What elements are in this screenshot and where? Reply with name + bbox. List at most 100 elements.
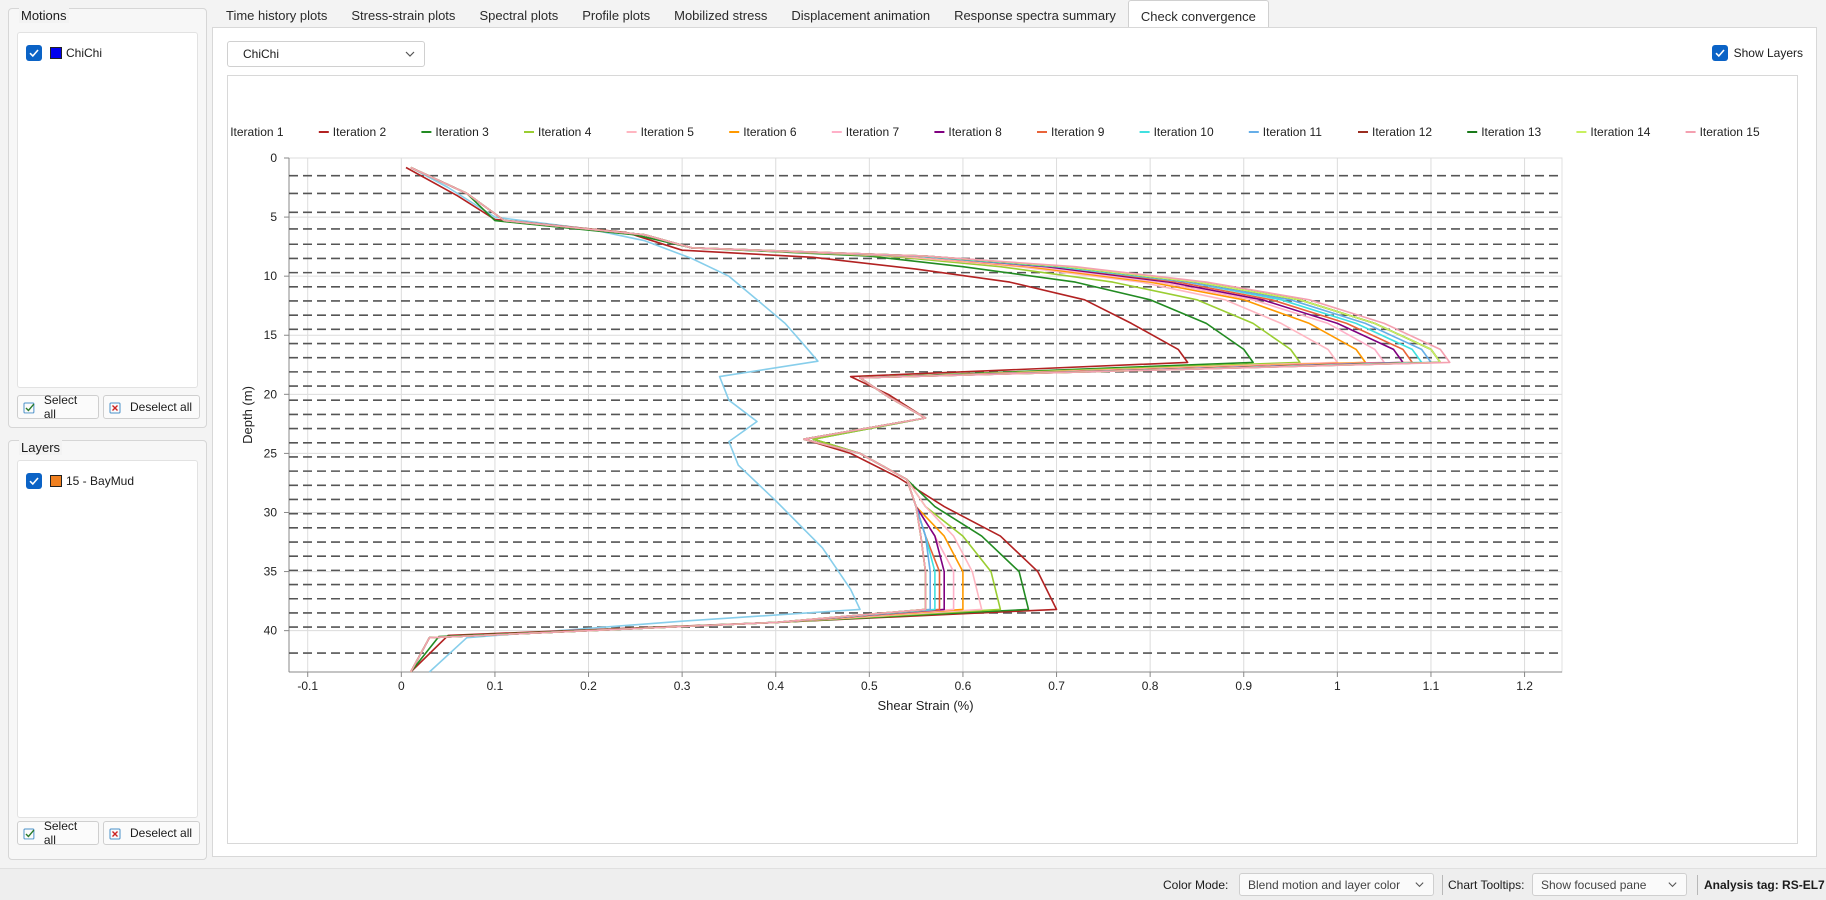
tab-response-spectra-summary[interactable]: Response spectra summary (942, 0, 1128, 27)
convergence-chart-frame: -0.1 0 0.1 0.2 0.3 0.4 0.5 0.6 0.7 0.8 0.9 1 1.1 1.2 0… (216, 75, 1798, 844)
select-all-label: Select all (43, 819, 78, 847)
analysis-tag: Analysis tag: RS-EL7 (1704, 878, 1825, 892)
show-layers-label: Show Layers (1733, 46, 1803, 60)
x-tick-label: 0.5 (861, 679, 878, 693)
y-tick-label: 5 (270, 210, 277, 224)
legend-entry-iteration-10[interactable]: Iteration 10 (1154, 125, 1214, 139)
legend-entry-iteration-4[interactable]: Iteration 4 (538, 125, 592, 139)
legend-entry-iteration-9[interactable]: Iteration 9 (1051, 125, 1105, 139)
x-tick-label: -0.1 (297, 679, 318, 693)
motion-select-value: ChiChi (243, 47, 280, 61)
y-tick-label: 25 (264, 446, 278, 460)
show-layers-checkbox[interactable] (1711, 45, 1728, 61)
y-tick-label: 10 (264, 269, 278, 283)
check-icon (29, 49, 39, 58)
layers-deselect-all-button[interactable]: Deselect all (103, 821, 200, 845)
deselect-all-icon (109, 828, 121, 839)
legend-entry-iteration-11[interactable]: Iteration 11 (1263, 125, 1322, 139)
x-tick-label: 0.4 (767, 679, 784, 693)
motions-panel: Motions ChiChi Select all Deselect all (8, 8, 207, 428)
color-mode-select[interactable]: Blend motion and layer color (1239, 873, 1434, 896)
color-mode-value: Blend motion and layer color (1248, 878, 1401, 892)
color-mode-label: Color Mode: (1163, 878, 1229, 892)
x-tick-label: 0.7 (1048, 679, 1065, 693)
series-line-iteration-3[interactable] (410, 166, 1254, 673)
legend-entry-iteration-1[interactable]: Iteration 1 (230, 125, 284, 139)
y-tick-label: 20 (264, 387, 278, 401)
chevron-down-icon (1415, 882, 1424, 888)
status-separator (1697, 875, 1698, 895)
series-line-iteration-11[interactable] (409, 166, 1432, 673)
series-line-iteration-1[interactable] (410, 166, 861, 673)
x-tick-label: 0.8 (1142, 679, 1159, 693)
select-all-icon (23, 828, 35, 839)
y-axis-label: Depth (m) (240, 386, 255, 444)
tab-spectral-plots[interactable]: Spectral plots (467, 0, 570, 27)
tab-time-history-plots[interactable]: Time history plots (214, 0, 339, 27)
show-layers-toggle[interactable]: Show Layers (1711, 45, 1803, 61)
motion-checkbox[interactable] (26, 45, 42, 61)
layer-checkbox[interactable] (26, 473, 42, 489)
motions-panel-title: Motions (19, 8, 69, 23)
x-axis-label: Shear Strain (%) (877, 698, 973, 713)
layers-select-all-button[interactable]: Select all (17, 819, 99, 847)
select-all-icon (23, 402, 35, 413)
legend-entry-iteration-6[interactable]: Iteration 6 (743, 125, 797, 139)
layer-color-swatch (50, 475, 62, 487)
chevron-down-icon (1668, 882, 1677, 888)
check-icon (29, 477, 39, 486)
motions-select-all-button[interactable]: Select all (17, 393, 99, 421)
motion-label: ChiChi (66, 46, 103, 60)
x-tick-label: 1.1 (1423, 679, 1440, 693)
legend-entry-iteration-8[interactable]: Iteration 8 (948, 125, 1002, 139)
chevron-down-icon (405, 51, 415, 57)
series-line-iteration-8[interactable] (409, 166, 1404, 673)
layer-label: 15 - BayMud (66, 474, 135, 488)
motions-list: ChiChi (17, 32, 198, 388)
motion-select[interactable]: ChiChi (227, 41, 425, 67)
tab-stress-strain-plots[interactable]: Stress-strain plots (339, 0, 467, 27)
tab-check-convergence[interactable]: Check convergence (1127, 0, 1269, 27)
series-line-iteration-4[interactable] (409, 166, 1301, 673)
motions-deselect-all-button[interactable]: Deselect all (103, 395, 200, 419)
legend-entry-iteration-14[interactable]: Iteration 14 (1590, 125, 1650, 139)
tab-profile-plots[interactable]: Profile plots (570, 0, 662, 27)
chart-tooltips-select[interactable]: Show focused pane (1532, 873, 1687, 896)
y-tick-label: 15 (264, 328, 278, 342)
select-all-label: Select all (43, 393, 78, 421)
deselect-all-label: Deselect all (130, 826, 193, 840)
legend-entry-iteration-13[interactable]: Iteration 13 (1481, 125, 1541, 139)
deselect-all-label: Deselect all (130, 400, 193, 414)
x-tick-label: 0.3 (674, 679, 691, 693)
chart-tooltips-label: Chart Tooltips: (1448, 878, 1525, 892)
x-tick-label: 1.2 (1516, 679, 1533, 693)
x-tick-label: 0 (398, 679, 405, 693)
status-separator (1442, 875, 1443, 895)
x-tick-label: 0.1 (487, 679, 504, 693)
tab-displacement-animation[interactable]: Displacement animation (779, 0, 942, 27)
x-tick-label: 1 (1334, 679, 1341, 693)
x-tick-label: 0.6 (955, 679, 972, 693)
list-item-motion-chichi[interactable]: ChiChi (26, 43, 102, 63)
tab-mobilized-stress[interactable]: Mobilized stress (662, 0, 779, 27)
status-bar: Color Mode: Blend motion and layer color… (0, 868, 1826, 900)
legend-entry-iteration-2[interactable]: Iteration 2 (333, 125, 387, 139)
check-convergence-pane: ChiChi Show Layers -0.1 0 0.1 0.2 0.3 0.4 0.5 0… (212, 27, 1817, 857)
series-line-iteration-7[interactable] (409, 166, 1385, 673)
list-item-layer-baymud[interactable]: 15 - BayMud (26, 471, 134, 491)
legend-entry-iteration-7[interactable]: Iteration 7 (846, 125, 900, 139)
y-tick-label: 30 (264, 505, 278, 519)
legend-entry-iteration-12[interactable]: Iteration 12 (1372, 125, 1432, 139)
legend-entry-iteration-3[interactable]: Iteration 3 (435, 125, 489, 139)
layers-panel-title: Layers (19, 440, 63, 455)
layers-panel: Layers 15 - BayMud Select all Deselect a… (8, 440, 207, 860)
convergence-chart[interactable]: -0.1 0 0.1 0.2 0.3 0.4 0.5 0.6 0.7 0.8 0.9 1 1.1 1.2 0… (216, 76, 1797, 843)
legend-entry-iteration-5[interactable]: Iteration 5 (641, 125, 695, 139)
series-line-iteration-6[interactable] (409, 166, 1367, 673)
series-line-iteration-5[interactable] (409, 166, 1339, 673)
x-tick-label: 0.2 (580, 679, 597, 693)
series-line-iteration-2[interactable] (405, 166, 1189, 673)
y-tick-label: 0 (270, 151, 277, 165)
legend-entry-iteration-15[interactable]: Iteration 15 (1700, 125, 1760, 139)
x-tick-label: 0.9 (1235, 679, 1252, 693)
